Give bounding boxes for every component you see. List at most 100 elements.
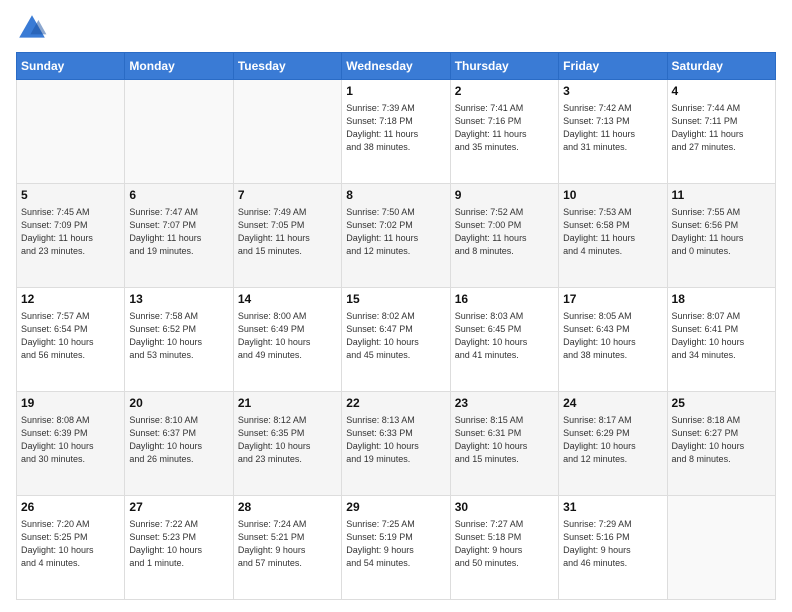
calendar-cell: 25 Sunrise: 8:18 AM Sunset: 6:27 PM Dayli…: [667, 392, 775, 496]
day-info: Sunrise: 7:27 AM Sunset: 5:18 PM Dayligh…: [455, 518, 554, 570]
day-info: Sunrise: 7:25 AM Sunset: 5:19 PM Dayligh…: [346, 518, 445, 570]
calendar-cell: 14Sunrise: 8:00 AM Sunset: 6:49 PM Dayli…: [233, 288, 341, 392]
day-info: Sunrise: 7:20 AM Sunset: 5:25 PM Dayligh…: [21, 518, 120, 570]
calendar-cell: 10 Sunrise: 7:53 AM Sunset: 6:58 PM Dayli…: [559, 184, 667, 288]
col-monday: Monday: [125, 53, 233, 80]
day-info: Sunrise: 8:17 AM Sunset: 6:29 PM Dayligh…: [563, 414, 662, 466]
calendar-cell: 15 Sunrise: 8:02 AM Sunset: 6:47 PM Dayli…: [342, 288, 450, 392]
day-number: 22: [346, 395, 445, 412]
day-info: Sunrise: 8:05 AM Sunset: 6:43 PM Dayligh…: [563, 310, 662, 362]
day-info: Sunrise: 7:47 AM Sunset: 7:07 PM Dayligh…: [129, 206, 228, 258]
calendar-cell: 23 Sunrise: 8:15 AM Sunset: 6:31 PM Dayli…: [450, 392, 558, 496]
day-number: 13: [129, 291, 228, 308]
day-number: 28: [238, 499, 337, 516]
calendar-cell: 28 Sunrise: 7:24 AM Sunset: 5:21 PM Dayli…: [233, 496, 341, 600]
day-number: 24: [563, 395, 662, 412]
day-info: Sunrise: 7:42 AM Sunset: 7:13 PM Dayligh…: [563, 102, 662, 154]
day-number: 2: [455, 83, 554, 100]
calendar-week-row: 12 Sunrise: 7:57 AM Sunset: 6:54 PM Dayli…: [17, 288, 776, 392]
day-info: Sunrise: 7:22 AM Sunset: 5:23 PM Dayligh…: [129, 518, 228, 570]
day-number: 31: [563, 499, 662, 516]
calendar-cell: 31 Sunrise: 7:29 AM Sunset: 5:16 PM Dayli…: [559, 496, 667, 600]
calendar-cell: 9 Sunrise: 7:52 AM Sunset: 7:00 PM Daylig…: [450, 184, 558, 288]
day-info: Sunrise: 7:24 AM Sunset: 5:21 PM Dayligh…: [238, 518, 337, 570]
day-info: Sunrise: 8:07 AM Sunset: 6:41 PM Dayligh…: [672, 310, 771, 362]
day-info: Sunrise: 8:15 AM Sunset: 6:31 PM Dayligh…: [455, 414, 554, 466]
calendar-cell: 4Sunrise: 7:44 AM Sunset: 7:11 PM Daylig…: [667, 80, 775, 184]
day-number: 18: [672, 291, 771, 308]
day-number: 15: [346, 291, 445, 308]
col-friday: Friday: [559, 53, 667, 80]
day-info: Sunrise: 7:45 AM Sunset: 7:09 PM Dayligh…: [21, 206, 120, 258]
day-info: Sunrise: 8:12 AM Sunset: 6:35 PM Dayligh…: [238, 414, 337, 466]
calendar-week-row: 26 Sunrise: 7:20 AM Sunset: 5:25 PM Dayli…: [17, 496, 776, 600]
calendar-cell: 29 Sunrise: 7:25 AM Sunset: 5:19 PM Dayli…: [342, 496, 450, 600]
day-number: 6: [129, 187, 228, 204]
page: Sunday Monday Tuesday Wednesday Thursday…: [0, 0, 792, 612]
day-number: 3: [563, 83, 662, 100]
day-info: Sunrise: 8:02 AM Sunset: 6:47 PM Dayligh…: [346, 310, 445, 362]
day-info: Sunrise: 7:57 AM Sunset: 6:54 PM Dayligh…: [21, 310, 120, 362]
day-number: 21: [238, 395, 337, 412]
calendar-cell: 1Sunrise: 7:39 AM Sunset: 7:18 PM Daylig…: [342, 80, 450, 184]
day-info: Sunrise: 8:00 AM Sunset: 6:49 PM Dayligh…: [238, 310, 337, 362]
day-number: 9: [455, 187, 554, 204]
calendar-cell: [233, 80, 341, 184]
day-number: 30: [455, 499, 554, 516]
calendar-week-row: 19 Sunrise: 8:08 AM Sunset: 6:39 PM Dayli…: [17, 392, 776, 496]
day-info: Sunrise: 7:53 AM Sunset: 6:58 PM Dayligh…: [563, 206, 662, 258]
calendar-cell: 22 Sunrise: 8:13 AM Sunset: 6:33 PM Dayli…: [342, 392, 450, 496]
day-number: 7: [238, 187, 337, 204]
day-number: 4: [672, 83, 771, 100]
day-info: Sunrise: 7:55 AM Sunset: 6:56 PM Dayligh…: [672, 206, 771, 258]
calendar-cell: [125, 80, 233, 184]
day-number: 1: [346, 83, 445, 100]
day-number: 29: [346, 499, 445, 516]
day-number: 23: [455, 395, 554, 412]
day-info: Sunrise: 7:49 AM Sunset: 7:05 PM Dayligh…: [238, 206, 337, 258]
calendar-cell: 11 Sunrise: 7:55 AM Sunset: 6:56 PM Dayli…: [667, 184, 775, 288]
header: [16, 12, 776, 44]
calendar-cell: 2 Sunrise: 7:41 AM Sunset: 7:16 PM Daylig…: [450, 80, 558, 184]
day-info: Sunrise: 7:52 AM Sunset: 7:00 PM Dayligh…: [455, 206, 554, 258]
calendar-cell: 24 Sunrise: 8:17 AM Sunset: 6:29 PM Dayli…: [559, 392, 667, 496]
col-saturday: Saturday: [667, 53, 775, 80]
day-info: Sunrise: 8:03 AM Sunset: 6:45 PM Dayligh…: [455, 310, 554, 362]
day-info: Sunrise: 8:10 AM Sunset: 6:37 PM Dayligh…: [129, 414, 228, 466]
col-thursday: Thursday: [450, 53, 558, 80]
day-number: 8: [346, 187, 445, 204]
day-number: 11: [672, 187, 771, 204]
calendar-cell: [17, 80, 125, 184]
calendar-cell: 27 Sunrise: 7:22 AM Sunset: 5:23 PM Dayli…: [125, 496, 233, 600]
calendar-cell: 6 Sunrise: 7:47 AM Sunset: 7:07 PM Daylig…: [125, 184, 233, 288]
day-number: 25: [672, 395, 771, 412]
day-number: 5: [21, 187, 120, 204]
day-info: Sunrise: 8:08 AM Sunset: 6:39 PM Dayligh…: [21, 414, 120, 466]
day-info: Sunrise: 7:29 AM Sunset: 5:16 PM Dayligh…: [563, 518, 662, 570]
day-number: 10: [563, 187, 662, 204]
calendar-cell: [667, 496, 775, 600]
calendar-cell: 5 Sunrise: 7:45 AM Sunset: 7:09 PM Daylig…: [17, 184, 125, 288]
day-number: 26: [21, 499, 120, 516]
day-number: 27: [129, 499, 228, 516]
calendar-cell: 16Sunrise: 8:03 AM Sunset: 6:45 PM Dayli…: [450, 288, 558, 392]
calendar-header-row: Sunday Monday Tuesday Wednesday Thursday…: [17, 53, 776, 80]
day-info: Sunrise: 8:18 AM Sunset: 6:27 PM Dayligh…: [672, 414, 771, 466]
calendar-cell: 8Sunrise: 7:50 AM Sunset: 7:02 PM Daylig…: [342, 184, 450, 288]
calendar-cell: 12 Sunrise: 7:57 AM Sunset: 6:54 PM Dayli…: [17, 288, 125, 392]
calendar-cell: 3 Sunrise: 7:42 AM Sunset: 7:13 PM Daylig…: [559, 80, 667, 184]
calendar-cell: 26 Sunrise: 7:20 AM Sunset: 5:25 PM Dayli…: [17, 496, 125, 600]
day-info: Sunrise: 8:13 AM Sunset: 6:33 PM Dayligh…: [346, 414, 445, 466]
calendar-cell: 18 Sunrise: 8:07 AM Sunset: 6:41 PM Dayli…: [667, 288, 775, 392]
col-wednesday: Wednesday: [342, 53, 450, 80]
calendar-week-row: 5 Sunrise: 7:45 AM Sunset: 7:09 PM Daylig…: [17, 184, 776, 288]
calendar-cell: 30 Sunrise: 7:27 AM Sunset: 5:18 PM Dayli…: [450, 496, 558, 600]
logo-icon: [16, 12, 48, 44]
logo: [16, 12, 52, 44]
day-number: 12: [21, 291, 120, 308]
calendar-cell: 19 Sunrise: 8:08 AM Sunset: 6:39 PM Dayli…: [17, 392, 125, 496]
col-tuesday: Tuesday: [233, 53, 341, 80]
day-info: Sunrise: 7:41 AM Sunset: 7:16 PM Dayligh…: [455, 102, 554, 154]
day-number: 19: [21, 395, 120, 412]
calendar-week-row: 1Sunrise: 7:39 AM Sunset: 7:18 PM Daylig…: [17, 80, 776, 184]
